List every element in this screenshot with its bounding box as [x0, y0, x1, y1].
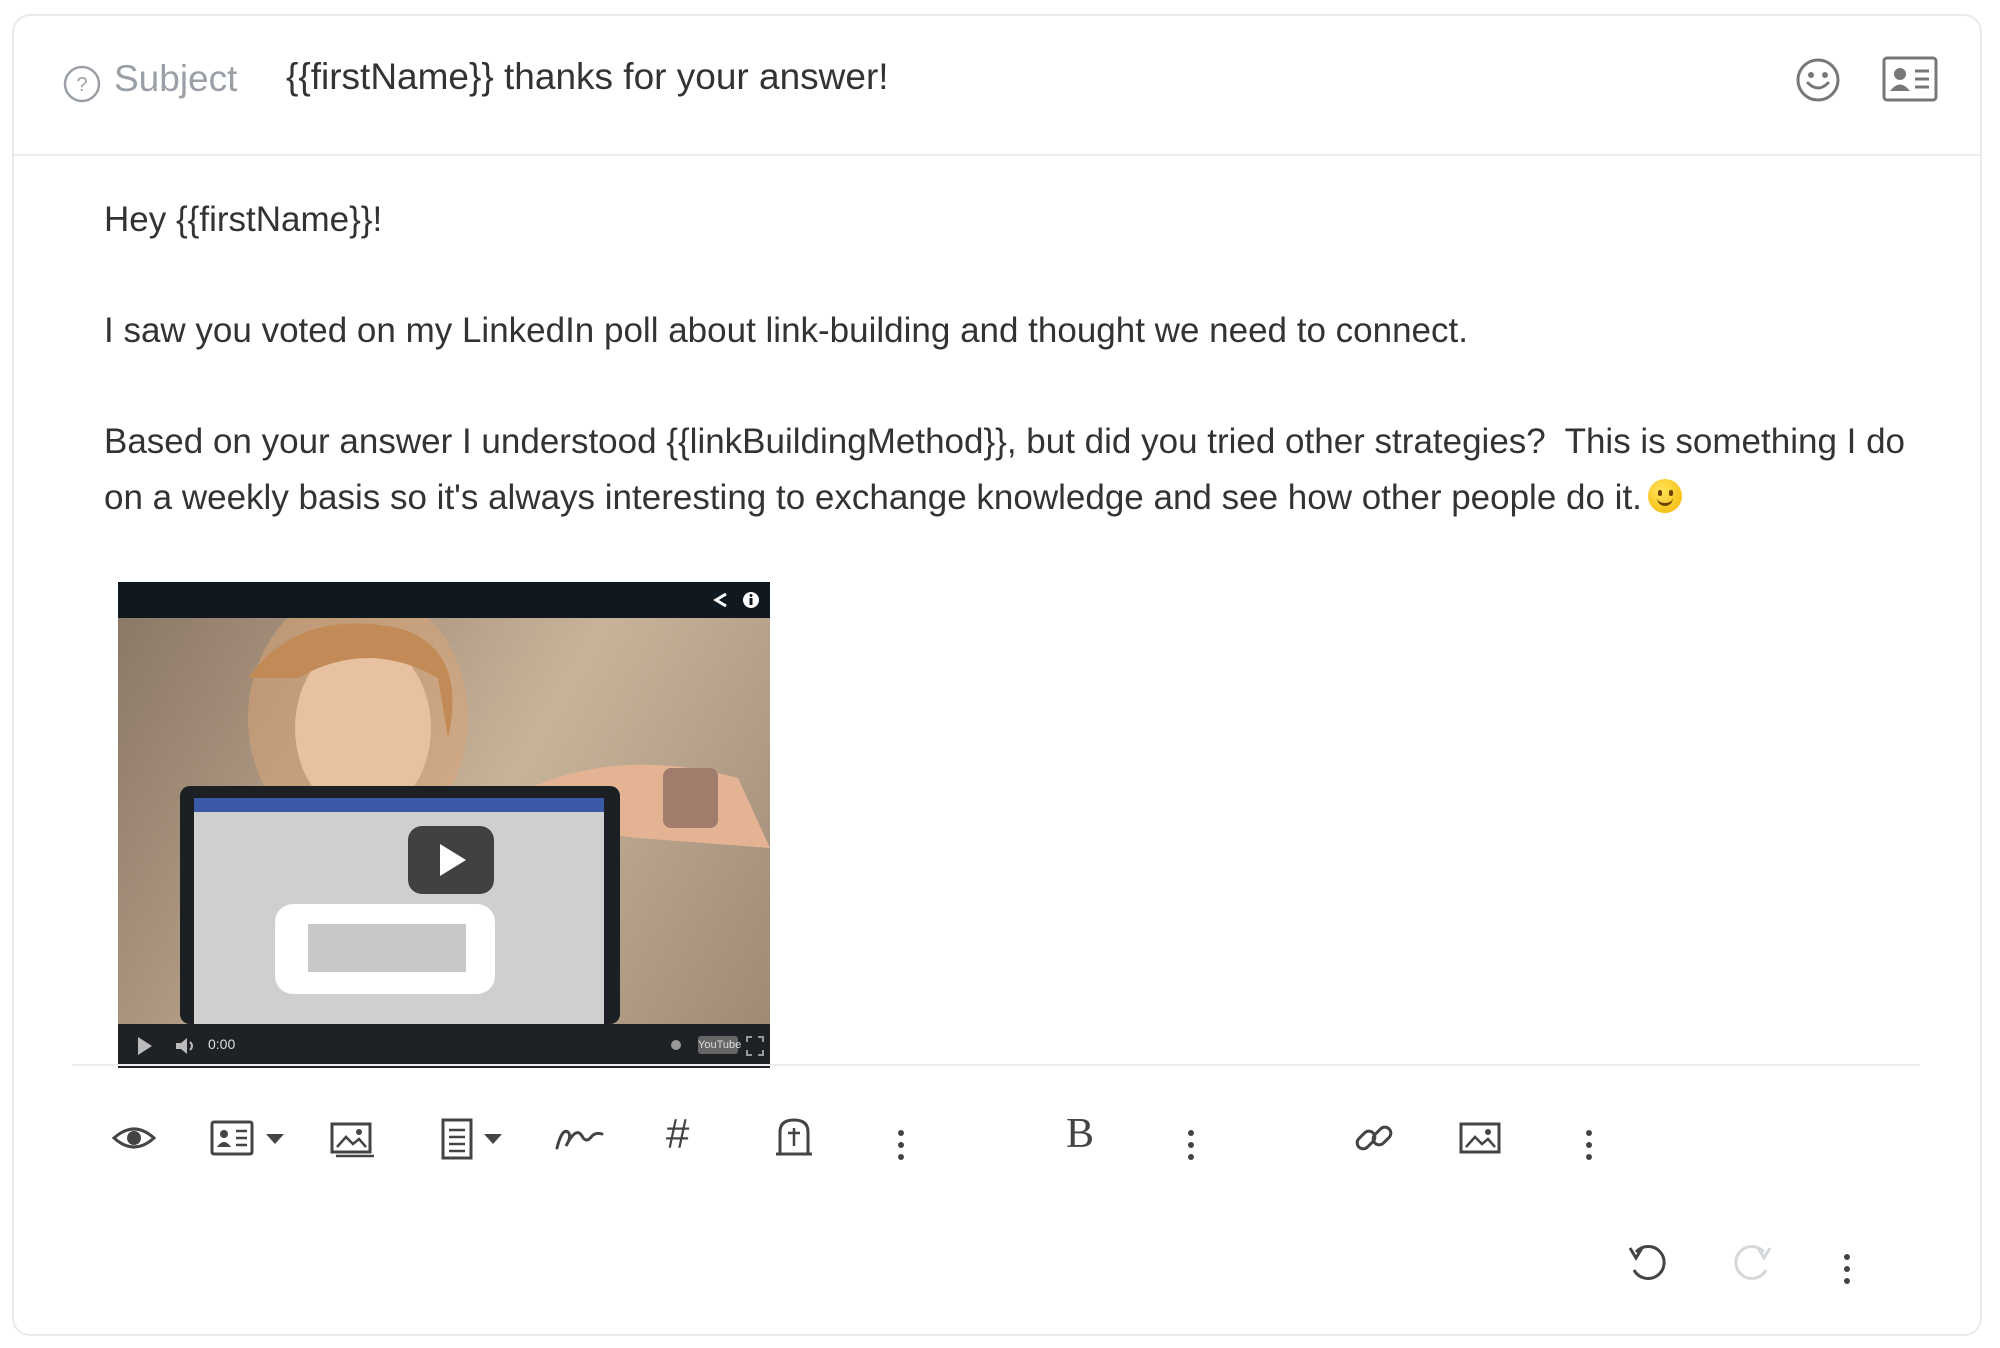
- more-vertical-icon[interactable]: [1586, 1130, 1592, 1166]
- email-editor-card: ? Subject {{firstName}} thanks for your …: [12, 14, 1982, 1336]
- video-thumbnail: [118, 618, 770, 1024]
- more-vertical-icon[interactable]: [898, 1130, 904, 1166]
- play-button[interactable]: [408, 826, 494, 894]
- help-icon[interactable]: ?: [62, 64, 102, 104]
- clock-icon[interactable]: [670, 1039, 682, 1051]
- subject-label: Subject: [114, 58, 238, 99]
- body-paragraph: I saw you voted on my LinkedIn poll abou…: [104, 311, 1468, 350]
- tombstone-icon[interactable]: [772, 1114, 816, 1162]
- emoji-icon[interactable]: [1794, 56, 1842, 104]
- body-paragraph-text: Based on your answer I understood {{link…: [104, 422, 1915, 517]
- contact-card-icon: [210, 1120, 284, 1156]
- smiley-emoji-icon: [1647, 479, 1682, 513]
- svg-text:?: ?: [76, 74, 87, 96]
- share-icon[interactable]: [712, 591, 730, 609]
- link-icon[interactable]: [1352, 1114, 1396, 1162]
- template-icon: [441, 1118, 502, 1160]
- info-icon[interactable]: [742, 591, 760, 609]
- image-icon[interactable]: [1458, 1114, 1502, 1162]
- volume-icon[interactable]: [174, 1036, 198, 1056]
- video-topbar: [118, 582, 770, 618]
- template-dropdown[interactable]: [438, 1114, 516, 1162]
- undo-icon[interactable]: [1624, 1238, 1672, 1286]
- eye-icon[interactable]: [111, 1114, 157, 1162]
- image-gallery-icon[interactable]: [330, 1114, 374, 1162]
- subject-row: ? Subject {{firstName}} thanks for your …: [14, 16, 1980, 156]
- contact-card-dropdown[interactable]: [210, 1114, 288, 1162]
- redo-icon[interactable]: [1728, 1238, 1776, 1286]
- play-icon[interactable]: [136, 1036, 154, 1056]
- body-paragraph: Based on your answer I understood {{link…: [104, 414, 1924, 526]
- thumbnail-image: [180, 618, 770, 1024]
- variable-button[interactable]: #: [666, 1110, 689, 1158]
- fullscreen-icon[interactable]: [746, 1036, 764, 1056]
- bold-button[interactable]: B: [1066, 1110, 1094, 1158]
- more-vertical-icon[interactable]: [1844, 1254, 1850, 1290]
- signature-icon[interactable]: [554, 1114, 604, 1162]
- video-controls: 0:00 YouTube: [118, 1024, 770, 1068]
- contact-card-icon[interactable]: [1882, 56, 1938, 102]
- toolbar-divider: [72, 1064, 1920, 1066]
- youtube-logo[interactable]: YouTube: [698, 1036, 741, 1054]
- greeting-text: Hey {{firstName}}!: [104, 200, 383, 239]
- more-vertical-icon[interactable]: [1188, 1130, 1194, 1166]
- embedded-video[interactable]: 0:00 YouTube: [118, 582, 770, 1068]
- subject-input[interactable]: {{firstName}} thanks for your answer!: [286, 56, 889, 98]
- video-time: 0:00: [208, 1036, 236, 1052]
